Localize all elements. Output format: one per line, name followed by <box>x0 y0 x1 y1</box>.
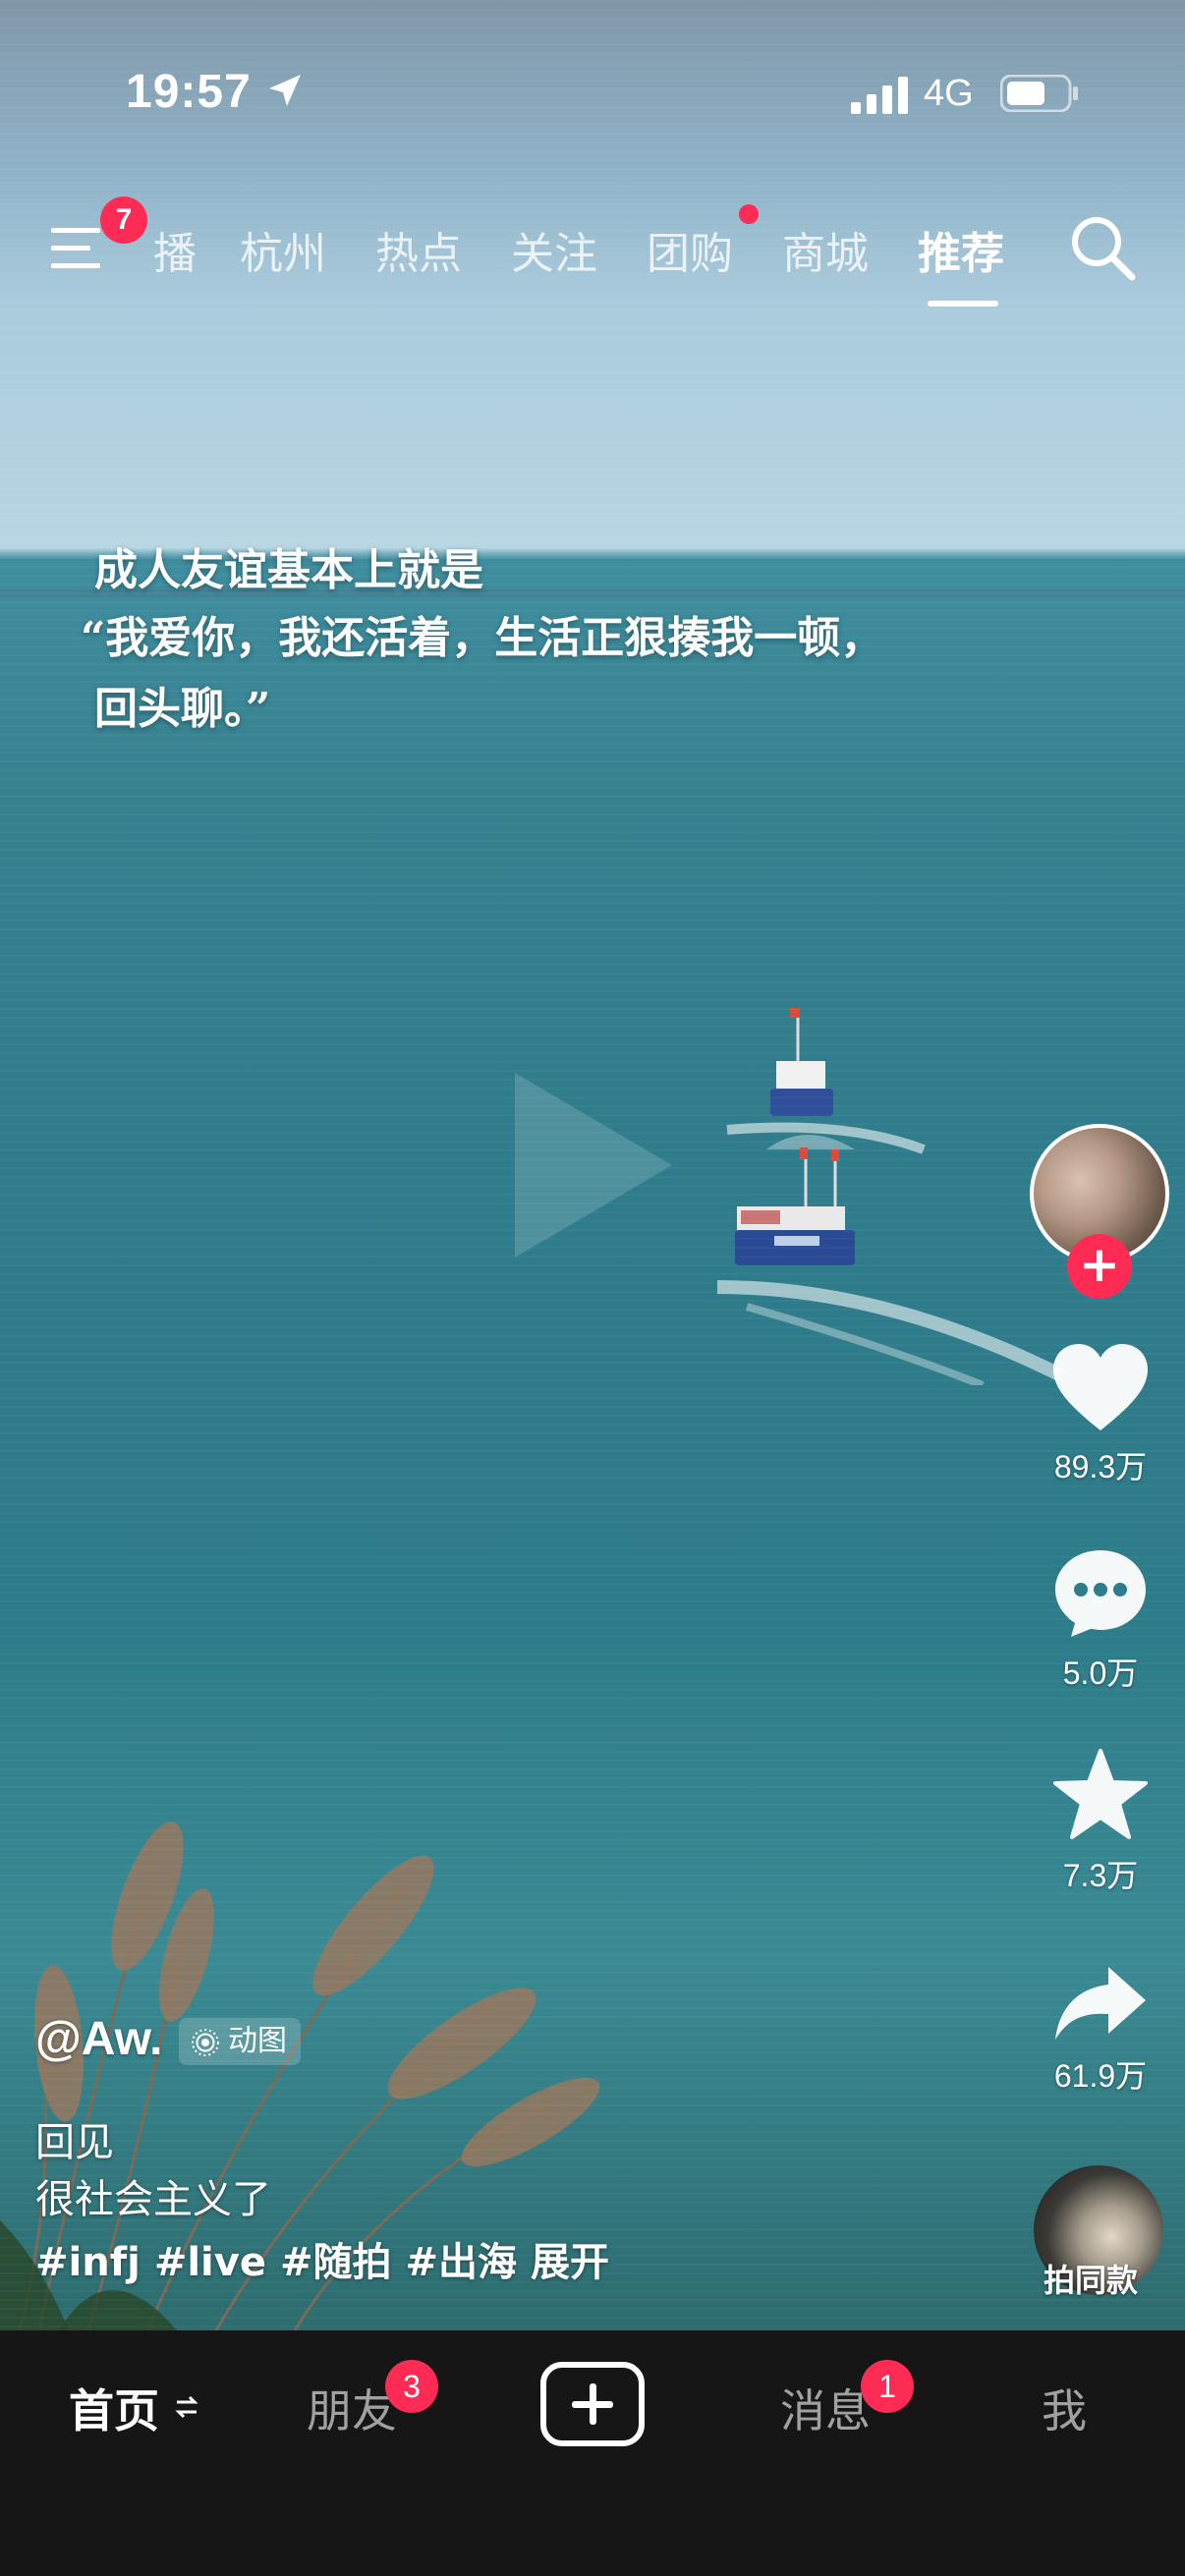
bottom-nav: 首页 朋友 3 消息 1 我 <box>0 2330 1185 2576</box>
quote-line-2: “我爱你，我还活着，生活正狠揍我一顿， <box>81 613 884 663</box>
tab-following[interactable]: 关注 <box>511 218 597 281</box>
like-button[interactable]: 89.3万 <box>1032 1342 1169 1487</box>
video-background[interactable]: 成人友谊基本上就是 “我爱你，我还活着，生活正狠揍我一顿， 回头聊。” <box>0 0 1185 2330</box>
search-icon[interactable] <box>1069 214 1138 283</box>
refresh-swap-icon[interactable] <box>175 2393 198 2421</box>
location-arrow-icon <box>269 75 301 106</box>
star-icon <box>1053 1749 1148 1839</box>
caption-line-1: 回见 <box>35 2120 114 2165</box>
cellular-signal-icon <box>851 77 908 114</box>
hashtag[interactable]: #出海 <box>405 2240 517 2285</box>
nav-messages[interactable]: 消息 <box>780 2376 871 2440</box>
create-button[interactable] <box>540 2362 645 2446</box>
status-time: 19:57 <box>126 66 252 118</box>
group-buy-dot <box>739 204 759 224</box>
tab-hot[interactable]: 热点 <box>375 218 462 281</box>
active-tab-indicator <box>928 301 998 307</box>
nav-home[interactable]: 首页 <box>69 2376 159 2440</box>
live-photo-icon <box>192 2029 219 2056</box>
tab-hangzhou[interactable]: 杭州 <box>240 218 326 281</box>
hashtag[interactable]: #随拍 <box>280 2240 392 2285</box>
quote-line-1: 成人友谊基本上就是 <box>94 545 483 595</box>
hashtag-row: #infj #live #随拍 #出海 展开 <box>35 2230 623 2287</box>
comment-button[interactable]: 5.0万 <box>1032 1546 1169 1694</box>
tab-mall[interactable]: 商城 <box>782 218 869 281</box>
wake-lines <box>716 1122 1065 1385</box>
tab-group-buy[interactable]: 团购 <box>647 218 733 281</box>
like-count: 89.3万 <box>1053 1449 1148 1484</box>
follow-button[interactable]: + <box>1067 1234 1132 1299</box>
content-type-label: 动图 <box>228 2024 287 2058</box>
favorite-button[interactable]: 7.3万 <box>1032 1747 1169 1896</box>
tab-recommend[interactable]: 推荐 <box>918 218 1004 281</box>
share-count: 61.9万 <box>1053 2058 1148 2094</box>
tab-live[interactable]: 播 <box>153 218 197 281</box>
messages-badge: 1 <box>861 2360 914 2413</box>
menu-badge: 7 <box>100 196 147 244</box>
content-type-tag: 动图 <box>179 2018 301 2065</box>
boat-near <box>735 1148 855 1265</box>
share-arrow-icon <box>1055 1967 1146 2040</box>
favorite-count: 7.3万 <box>1062 1858 1139 1893</box>
author-name[interactable]: @Aw. <box>35 2012 163 2066</box>
boat-far <box>766 1008 855 1149</box>
battery-icon <box>1000 75 1078 112</box>
network-type: 4G <box>924 73 974 114</box>
nav-friends[interactable]: 朋友 <box>307 2376 397 2440</box>
share-button[interactable]: 61.9万 <box>1032 1963 1169 2097</box>
nav-me[interactable]: 我 <box>1042 2376 1087 2440</box>
play-icon[interactable] <box>515 1073 672 1258</box>
comment-icon <box>1055 1550 1146 1637</box>
video-quote-text: 成人友谊基本上就是 “我爱你，我还活着，生活正狠揍我一顿， 回头聊。” <box>81 538 1077 745</box>
friends-badge: 3 <box>385 2360 438 2413</box>
expand-link[interactable]: 展开 <box>531 2240 609 2285</box>
menu-icon[interactable] <box>51 224 108 273</box>
same-style-label[interactable]: 拍同款 <box>1044 2256 1138 2301</box>
comment-count: 5.0万 <box>1062 1655 1139 1691</box>
status-bar: 19:57 4G <box>0 0 1185 177</box>
caption-line-2: 很社会主义了 <box>35 2177 271 2222</box>
quote-line-3: 回头聊。” <box>94 684 271 734</box>
heart-icon <box>1053 1344 1148 1430</box>
hashtag[interactable]: #live <box>154 2240 266 2285</box>
hashtag[interactable]: #infj <box>35 2240 141 2285</box>
